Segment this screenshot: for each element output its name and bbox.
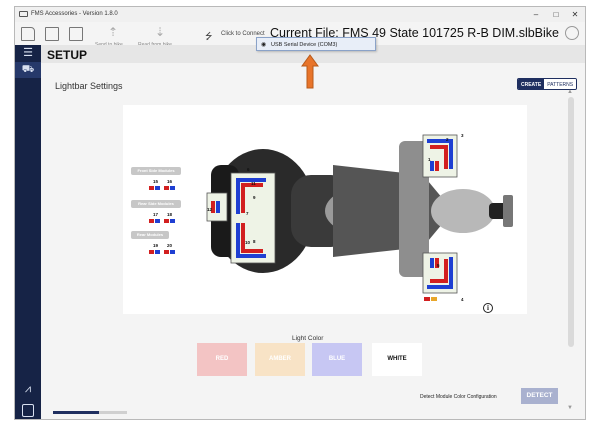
module-number[interactable]: 15	[153, 179, 158, 184]
send-to-bike-icon[interactable]: ⇡	[108, 26, 118, 38]
module-number[interactable]: 2	[446, 137, 449, 142]
bike-icon[interactable]: ⛟	[21, 64, 35, 76]
module-indicator[interactable]	[164, 186, 175, 190]
module-number[interactable]: 12	[207, 207, 212, 212]
up-arrow-icon	[301, 54, 319, 89]
color-amber-button[interactable]: AMBER	[255, 343, 305, 376]
open-folder-icon[interactable]	[21, 27, 35, 41]
progress-fill	[53, 411, 99, 414]
window-title: FMS Accessories - Version 1.8.0	[31, 11, 118, 17]
module-number[interactable]: 11	[251, 181, 256, 186]
module-indicator[interactable]	[149, 219, 160, 223]
read-from-bike-icon[interactable]: ⇣	[155, 26, 165, 38]
color-red-button[interactable]: RED	[197, 343, 247, 376]
group-label: Rear Modules	[131, 231, 169, 239]
minimize-button[interactable]: –	[530, 9, 542, 20]
scroll-up-icon[interactable]: ▲	[567, 89, 573, 95]
color-blue-button[interactable]: BLUE	[312, 343, 362, 376]
detect-label: Detect Module Color Configuration	[420, 394, 497, 400]
module-indicator[interactable]	[164, 219, 175, 223]
info-icon[interactable]: i	[483, 303, 493, 313]
chip-icon[interactable]	[22, 404, 34, 417]
app-icon	[19, 11, 28, 17]
port-dropdown[interactable]: ◉ USB Serial Device (COM3)	[256, 37, 376, 51]
module-number[interactable]: 4	[461, 297, 464, 302]
pulse-icon[interactable]: ⩘	[21, 383, 35, 395]
save-as-icon[interactable]	[69, 27, 83, 41]
save-icon[interactable]	[45, 27, 59, 41]
module-number[interactable]: 16	[167, 179, 172, 184]
usb-icon[interactable]: ⭍	[205, 29, 213, 45]
module-number[interactable]: 5	[437, 263, 440, 268]
section-title: Lightbar Settings	[55, 81, 123, 91]
app-window: FMS Accessories - Version 1.8.0 – □ ✕ ⇡ …	[14, 6, 586, 420]
detect-button[interactable]: DETECT	[521, 388, 558, 404]
close-button[interactable]: ✕	[569, 9, 581, 20]
module-number[interactable]: 1	[428, 157, 431, 162]
module-number[interactable]: 20	[167, 243, 172, 248]
maximize-button[interactable]: □	[550, 9, 562, 20]
scroll-down-icon[interactable]: ▼	[567, 405, 573, 411]
group-label: Front Side Modules	[131, 167, 181, 175]
front-left-lightbar	[422, 134, 458, 178]
page-title: SETUP	[47, 48, 88, 62]
module-number[interactable]: 7	[246, 211, 249, 216]
port-selected-icon: ◉	[261, 42, 267, 48]
vertical-scrollbar[interactable]	[568, 97, 574, 347]
front-right-lightbar	[422, 252, 458, 301]
create-tab[interactable]: CREATE	[518, 79, 545, 89]
port-option[interactable]: USB Serial Device (COM3)	[271, 42, 337, 48]
patterns-tab[interactable]: PATTERNS	[544, 79, 577, 89]
group-label: Rear Side Modules	[131, 200, 181, 208]
module-number[interactable]: 8	[253, 239, 256, 244]
history-icon[interactable]	[565, 26, 579, 40]
light-color-label: Light Color	[292, 335, 324, 342]
menu-icon[interactable]: ☰	[21, 47, 35, 59]
module-indicator[interactable]	[164, 250, 175, 254]
side-nav: ☰ ⛟ ⩘	[15, 45, 41, 419]
module-number[interactable]: 6	[247, 167, 250, 172]
color-white-button[interactable]: WHITE	[372, 343, 422, 376]
module-number[interactable]: 17	[153, 212, 158, 217]
motorcycle-diagram	[206, 134, 513, 301]
module-indicator[interactable]	[149, 186, 160, 190]
module-indicator[interactable]	[149, 250, 160, 254]
progress-bar	[53, 411, 127, 414]
module-number[interactable]: 3	[461, 133, 464, 138]
lightbar-canvas	[123, 105, 527, 314]
module-number[interactable]: 9	[253, 195, 256, 200]
title-bar: FMS Accessories - Version 1.8.0 – □ ✕	[15, 7, 585, 22]
module-number[interactable]: 10	[245, 240, 250, 245]
module-number[interactable]: 19	[153, 243, 158, 248]
module-number[interactable]: 18	[167, 212, 172, 217]
